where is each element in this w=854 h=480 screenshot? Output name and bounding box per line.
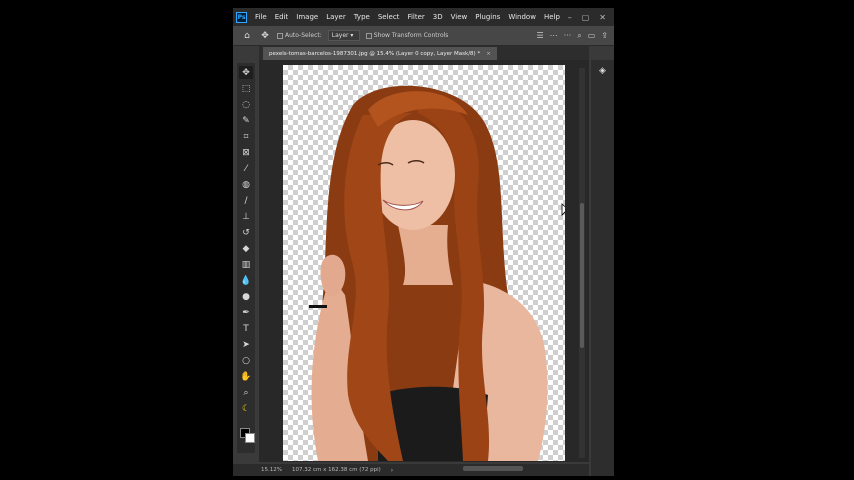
menu-3d[interactable]: 3D (429, 13, 447, 21)
photoshop-window: Ps File Edit Image Layer Type Select Fil… (233, 8, 614, 476)
options-bar: ⌂ ✥ Auto-Select: Layer ▾ Show Transform … (233, 26, 614, 46)
document-canvas[interactable] (283, 65, 565, 461)
eraser-tool-icon[interactable]: ◆ (239, 242, 253, 255)
healing-brush-tool-icon[interactable]: ◍ (239, 178, 253, 191)
menu-edit[interactable]: Edit (271, 13, 293, 21)
transform-controls-checkbox[interactable]: Show Transform Controls (365, 32, 449, 39)
menu-image[interactable]: Image (292, 13, 322, 21)
vertical-scrollbar[interactable] (579, 68, 585, 458)
document-tab-title: pexels-tomas-barcelos-1987301.jpg @ 15.4… (269, 50, 481, 57)
options-right-icons: ☰ ⋯ ··· ⌕ ▭ ⇪ (536, 31, 614, 41)
auto-select-dropdown[interactable]: Layer ▾ (327, 30, 360, 41)
minimize-button[interactable]: – (568, 13, 572, 22)
lasso-tool-icon[interactable]: ◌ (239, 98, 253, 111)
transform-controls-label: Show Transform Controls (373, 32, 449, 39)
background-color-swatch[interactable] (245, 433, 255, 443)
zoom-tool-icon[interactable]: ⌕ (239, 386, 253, 399)
status-bar: 15.12% 107.32 cm x 162.38 cm (72 ppi) › (233, 464, 589, 476)
workspace-icon[interactable]: ▭ (588, 31, 596, 41)
photoshop-logo: Ps (236, 11, 247, 23)
distribute-icon[interactable]: ⋯ (550, 31, 558, 41)
transform-controls-box[interactable] (365, 32, 372, 39)
menu-layer[interactable]: Layer (322, 13, 350, 21)
hand-tool-icon[interactable]: ✋ (239, 370, 253, 383)
type-tool-icon[interactable]: T (239, 322, 253, 335)
vertical-scroll-thumb[interactable] (580, 203, 584, 348)
crop-tool-icon[interactable]: ⌗ (239, 130, 253, 143)
menu-plugins[interactable]: Plugins (471, 13, 504, 21)
dodge-tool-icon[interactable]: ● (239, 290, 253, 303)
align-icon[interactable]: ☰ (536, 31, 543, 41)
marquee-tool-icon[interactable]: ⬚ (239, 82, 253, 95)
horizontal-scroll-thumb[interactable] (463, 466, 523, 471)
menu-help[interactable]: Help (540, 13, 564, 21)
canvas-area[interactable] (259, 60, 589, 462)
brush-tool-icon[interactable]: ∕ (239, 194, 253, 207)
menu-bar: Ps File Edit Image Layer Type Select Fil… (233, 8, 614, 26)
menu-view[interactable]: View (447, 13, 472, 21)
menu-filter[interactable]: Filter (403, 13, 428, 21)
menu-file[interactable]: File (251, 13, 271, 21)
move-tool-icon[interactable]: ✥ (239, 66, 253, 79)
share-icon[interactable]: ⇪ (601, 31, 608, 41)
history-brush-tool-icon[interactable]: ↺ (239, 226, 253, 239)
layers-panel-icon[interactable]: ◈ (596, 66, 609, 79)
path-select-tool-icon[interactable]: ➤ (239, 338, 253, 351)
window-controls: – ▢ ✕ (568, 13, 614, 22)
menu-type[interactable]: Type (350, 13, 374, 21)
zoom-level[interactable]: 15.12% (261, 467, 282, 473)
right-panel-strip: ◈ (591, 60, 614, 476)
clone-stamp-tool-icon[interactable]: ⊥ (239, 210, 253, 223)
document-tab[interactable]: pexels-tomas-barcelos-1987301.jpg @ 15.4… (263, 47, 497, 60)
menu-select[interactable]: Select (374, 13, 404, 21)
frame-tool-icon[interactable]: ⊠ (239, 146, 253, 159)
auto-select-checkbox[interactable]: Auto-Select: (277, 32, 322, 39)
close-tab-icon[interactable]: × (486, 51, 491, 57)
blur-tool-icon[interactable]: 💧 (239, 274, 253, 287)
photo-subject (309, 85, 548, 461)
menu-window[interactable]: Window (504, 13, 540, 21)
home-icon[interactable]: ⌂ (241, 31, 253, 41)
maximize-button[interactable]: ▢ (582, 13, 590, 22)
status-menu-arrow[interactable]: › (391, 467, 393, 474)
mouse-cursor-icon (561, 203, 565, 216)
edit-toolbar-icon[interactable]: ☾ (239, 402, 253, 415)
document-tab-bar: pexels-tomas-barcelos-1987301.jpg @ 15.4… (259, 46, 589, 60)
neck (398, 225, 453, 285)
shape-tool-icon[interactable]: ○ (239, 354, 253, 367)
more-options-icon[interactable]: ··· (564, 31, 572, 41)
wrist-band (309, 305, 327, 308)
auto-select-label: Auto-Select: (285, 32, 322, 39)
move-tool-icon[interactable]: ✥ (259, 31, 271, 41)
eyedropper-tool-icon[interactable]: ⁄ (239, 162, 253, 175)
gradient-tool-icon[interactable]: ▥ (239, 258, 253, 271)
auto-select-value: Layer (331, 32, 349, 39)
tools-panel: ✥ ⬚ ◌ ✎ ⌗ ⊠ ⁄ ◍ ∕ ⊥ ↺ ◆ ▥ 💧 ● ✒ T ➤ ○ ✋ … (237, 63, 255, 453)
quick-select-tool-icon[interactable]: ✎ (239, 114, 253, 127)
search-icon[interactable]: ⌕ (577, 31, 581, 41)
close-button[interactable]: ✕ (599, 13, 606, 22)
auto-select-box[interactable] (277, 32, 283, 39)
pen-tool-icon[interactable]: ✒ (239, 306, 253, 319)
document-dimensions: 107.32 cm x 162.38 cm (72 ppi) (291, 467, 381, 473)
